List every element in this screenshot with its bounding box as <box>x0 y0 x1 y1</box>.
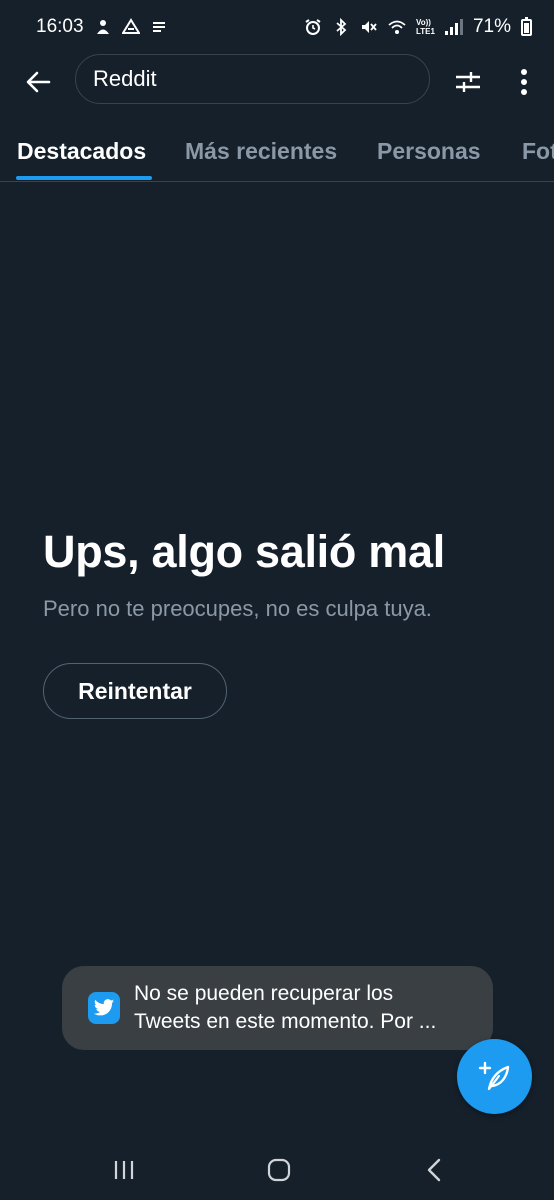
recents-button[interactable] <box>102 1150 146 1190</box>
tab-personas[interactable]: Personas <box>377 120 481 181</box>
lte-label: LTE1 <box>416 27 435 36</box>
back-button[interactable] <box>20 64 56 100</box>
toast-line-1: No se pueden recuperar los <box>134 982 394 1005</box>
battery-percent: 71% <box>472 16 511 37</box>
mute-icon <box>360 18 378 36</box>
more-options-button[interactable] <box>506 64 542 100</box>
tab-mas-recientes[interactable]: Más recientes <box>185 120 337 181</box>
search-filters-button[interactable] <box>450 64 486 100</box>
wifi-icon <box>388 18 406 36</box>
home-button[interactable] <box>257 1150 301 1190</box>
nav-back-button[interactable] <box>412 1150 456 1190</box>
status-bar: 16:03 Vo)) LTE1 71% <box>0 0 554 54</box>
top-bar: Reddit <box>0 54 554 110</box>
back-chevron-icon <box>427 1158 441 1182</box>
error-title: Ups, algo salió mal <box>43 526 445 577</box>
alarm-icon <box>304 18 322 36</box>
error-subtitle: Pero no te preocupes, no es culpa tuya. <box>43 596 432 621</box>
twitter-bird-icon <box>88 992 120 1024</box>
recents-icon <box>114 1161 134 1179</box>
battery-icon <box>521 16 532 36</box>
status-time: 16:03 <box>36 16 84 37</box>
signal-icon <box>444 19 463 35</box>
search-query: Reddit <box>93 66 157 91</box>
toast-message: No se pueden recuperar los Tweets en est… <box>62 966 493 1050</box>
volte-label: Vo)) <box>416 18 431 27</box>
arrow-left-icon <box>26 71 51 93</box>
compose-tweet-button[interactable] <box>457 1039 532 1114</box>
notification-person-icon <box>94 18 112 36</box>
sliders-icon <box>456 72 480 92</box>
retry-button[interactable]: Reintentar <box>43 663 227 719</box>
toast-line-2: Tweets en este momento. Por ... <box>134 1010 437 1033</box>
drive-icon <box>121 18 140 36</box>
compose-tweet-icon <box>478 1061 509 1090</box>
status-bar-right: Vo)) LTE1 71% <box>304 16 532 38</box>
more-vertical-icon <box>521 69 527 95</box>
status-bar-left: 16:03 <box>36 16 168 38</box>
app-icon <box>150 18 168 36</box>
search-input[interactable]: Reddit <box>75 54 430 104</box>
system-nav-bar <box>0 1140 554 1200</box>
volte-icon: Vo)) LTE1 <box>416 18 435 36</box>
battery-fill <box>524 23 529 33</box>
active-tab-indicator <box>16 176 152 180</box>
search-tabs: Destacados Más recientes Personas Fotos <box>0 120 554 182</box>
home-icon <box>267 1158 291 1182</box>
tab-destacados[interactable]: Destacados <box>17 120 146 181</box>
bluetooth-icon <box>332 18 350 36</box>
tab-fotos[interactable]: Fotos <box>522 120 554 181</box>
toast-text: No se pueden recuperar los Tweets en est… <box>134 980 484 1036</box>
